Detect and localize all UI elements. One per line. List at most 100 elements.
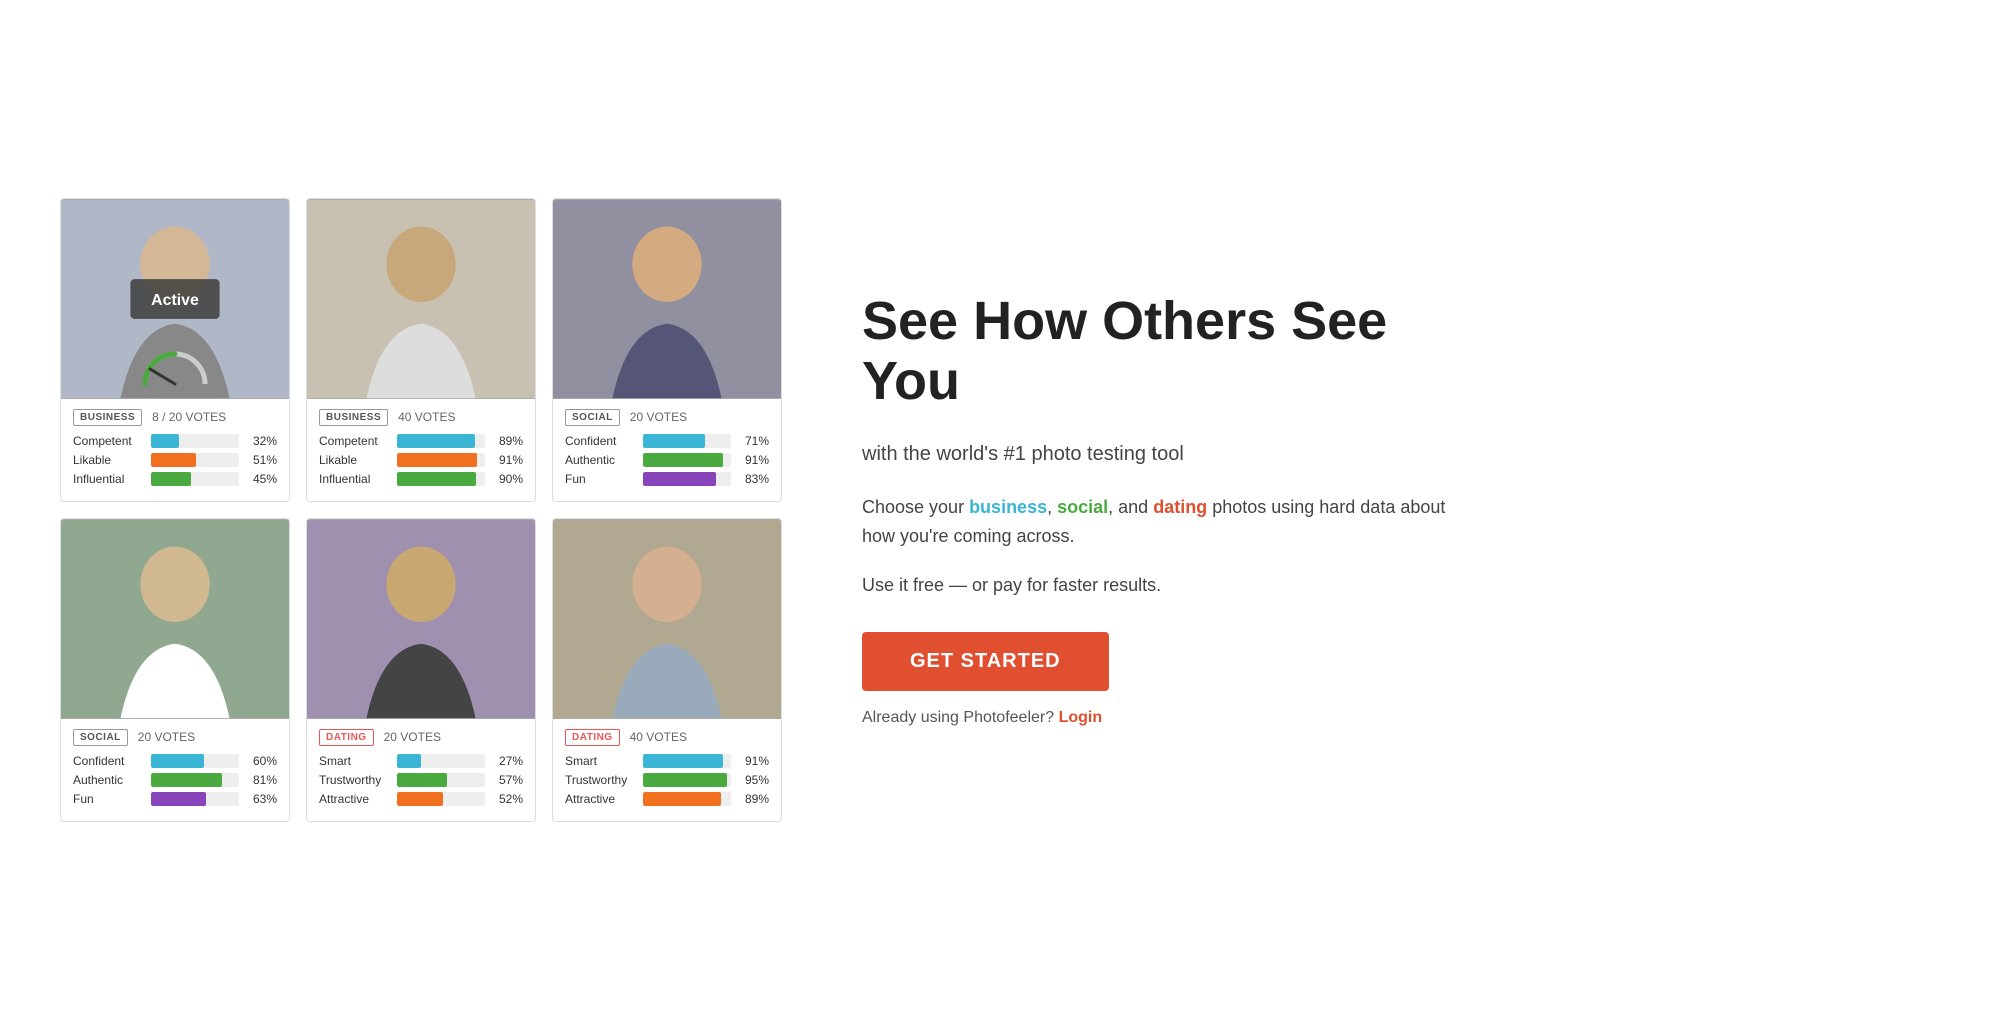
stat-bar-container bbox=[643, 434, 731, 448]
card-info: SOCIAL 20 VOTES Confident 71% Authentic … bbox=[553, 399, 781, 501]
card-info: BUSINESS 40 VOTES Competent 89% Likable … bbox=[307, 399, 535, 501]
desc-and: , and bbox=[1108, 497, 1153, 517]
stat-pct: 89% bbox=[491, 434, 523, 448]
stat-label: Attractive bbox=[319, 792, 391, 806]
stat-bar bbox=[397, 453, 477, 467]
stat-bar-container bbox=[151, 472, 239, 486]
stat-bar bbox=[151, 773, 222, 787]
stat-pct: 81% bbox=[245, 773, 277, 787]
stat-row: Competent 32% bbox=[73, 434, 277, 448]
stat-row: Confident 71% bbox=[565, 434, 769, 448]
stat-row: Smart 91% bbox=[565, 754, 769, 768]
stat-row: Fun 83% bbox=[565, 472, 769, 486]
stat-label: Fun bbox=[73, 792, 145, 806]
votes-text: 40 VOTES bbox=[630, 730, 687, 744]
desc-before: Choose your bbox=[862, 497, 969, 517]
category-badge: DATING bbox=[319, 729, 374, 746]
stat-row: Competent 89% bbox=[319, 434, 523, 448]
photo-card-2: BUSINESS 40 VOTES Competent 89% Likable … bbox=[306, 198, 536, 502]
page-title: See How Others See You bbox=[862, 292, 1482, 411]
already-text: Already using Photofeeler? Login bbox=[862, 709, 1482, 727]
stat-pct: 27% bbox=[491, 754, 523, 768]
stat-pct: 60% bbox=[245, 754, 277, 768]
stat-bar bbox=[151, 453, 196, 467]
stat-pct: 71% bbox=[737, 434, 769, 448]
card-header: DATING 20 VOTES bbox=[319, 729, 523, 746]
stat-label: Confident bbox=[73, 754, 145, 768]
stat-pct: 57% bbox=[491, 773, 523, 787]
stat-bar bbox=[151, 472, 191, 486]
stat-row: Influential 90% bbox=[319, 472, 523, 486]
desc-social: social bbox=[1057, 497, 1108, 517]
stat-row: Authentic 91% bbox=[565, 453, 769, 467]
stat-bar-container bbox=[643, 472, 731, 486]
page-container: Active BUSINESS 8 / 20 VOTES Competent bbox=[20, 178, 1979, 842]
stat-row: Attractive 52% bbox=[319, 792, 523, 806]
stat-bar bbox=[151, 754, 204, 768]
votes-text: 8 / 20 VOTES bbox=[152, 410, 226, 424]
stat-row: Likable 51% bbox=[73, 453, 277, 467]
stat-row: Authentic 81% bbox=[73, 773, 277, 787]
stat-pct: 91% bbox=[737, 453, 769, 467]
stat-row: Trustworthy 57% bbox=[319, 773, 523, 787]
login-link[interactable]: Login bbox=[1059, 709, 1103, 726]
stat-label: Smart bbox=[319, 754, 391, 768]
stat-label: Competent bbox=[319, 434, 391, 448]
stat-pct: 51% bbox=[245, 453, 277, 467]
description: Choose your business, social, and dating… bbox=[862, 493, 1482, 551]
photo-card-1: Active BUSINESS 8 / 20 VOTES Competent bbox=[60, 198, 290, 502]
photo-wrapper bbox=[553, 199, 781, 399]
stat-bar-container bbox=[397, 472, 485, 486]
stat-row: Likable 91% bbox=[319, 453, 523, 467]
category-badge: SOCIAL bbox=[73, 729, 128, 746]
stat-label: Likable bbox=[73, 453, 145, 467]
stat-pct: 91% bbox=[491, 453, 523, 467]
card-header: BUSINESS 40 VOTES bbox=[319, 409, 523, 426]
stat-bar bbox=[397, 773, 447, 787]
stat-bar bbox=[643, 773, 727, 787]
desc-comma: , bbox=[1047, 497, 1057, 517]
card-info: SOCIAL 20 VOTES Confident 60% Authentic … bbox=[61, 719, 289, 821]
stat-pct: 90% bbox=[491, 472, 523, 486]
photo-wrapper: Active bbox=[61, 199, 289, 399]
gauge-overlay bbox=[140, 349, 210, 389]
stat-bar-container bbox=[643, 754, 731, 768]
desc-business: business bbox=[969, 497, 1047, 517]
card-header: BUSINESS 8 / 20 VOTES bbox=[73, 409, 277, 426]
stat-pct: 45% bbox=[245, 472, 277, 486]
stat-bar bbox=[397, 472, 476, 486]
stat-bar bbox=[643, 434, 705, 448]
stat-row: Influential 45% bbox=[73, 472, 277, 486]
get-started-button[interactable]: GET STARTED bbox=[862, 632, 1109, 691]
photos-grid: Active BUSINESS 8 / 20 VOTES Competent bbox=[60, 198, 782, 822]
stat-bar bbox=[643, 792, 721, 806]
photo-card-4: SOCIAL 20 VOTES Confident 60% Authentic … bbox=[60, 518, 290, 822]
stat-bar bbox=[643, 754, 723, 768]
stat-bar bbox=[397, 792, 443, 806]
stat-bar-container bbox=[643, 773, 731, 787]
stat-bar-container bbox=[151, 792, 239, 806]
stat-row: Trustworthy 95% bbox=[565, 773, 769, 787]
stat-bar-container bbox=[397, 773, 485, 787]
stat-label: Influential bbox=[73, 472, 145, 486]
stat-bar-container bbox=[643, 453, 731, 467]
stat-label: Likable bbox=[319, 453, 391, 467]
stat-bar-container bbox=[151, 453, 239, 467]
stat-label: Competent bbox=[73, 434, 145, 448]
photo-card-3: SOCIAL 20 VOTES Confident 71% Authentic … bbox=[552, 198, 782, 502]
category-badge: SOCIAL bbox=[565, 409, 620, 426]
photo-wrapper bbox=[307, 519, 535, 719]
stat-bar bbox=[643, 472, 716, 486]
right-panel: See How Others See You with the world's … bbox=[822, 272, 1522, 746]
stat-bar-container bbox=[397, 792, 485, 806]
desc-dating: dating bbox=[1153, 497, 1207, 517]
stat-label: Authentic bbox=[565, 453, 637, 467]
stat-label: Influential bbox=[319, 472, 391, 486]
stat-label: Fun bbox=[565, 472, 637, 486]
subtitle: with the world's #1 photo testing tool bbox=[862, 439, 1482, 469]
votes-text: 20 VOTES bbox=[384, 730, 441, 744]
free-text: Use it free — or pay for faster results. bbox=[862, 571, 1482, 600]
stat-bar-container bbox=[643, 792, 731, 806]
stat-bar-container bbox=[397, 754, 485, 768]
stat-pct: 95% bbox=[737, 773, 769, 787]
